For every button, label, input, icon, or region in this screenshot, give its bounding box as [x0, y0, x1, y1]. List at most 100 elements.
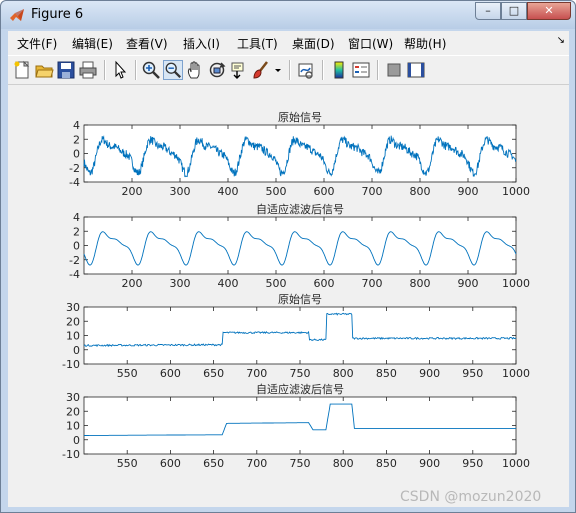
axes-3: 原始信号 550 600 650 700 750 800 850 900 950 1000 -1001…	[62, 292, 530, 380]
menu-view[interactable]: 查看(V)	[126, 35, 168, 52]
figure-canvas[interactable]: 原始信号 200 300 400 500 600 700 800 900 1000 -4 -2 0 2 4 自…	[8, 85, 569, 507]
x-tick-label: 600	[160, 457, 181, 470]
figure-window: Figure 6 – □ ✕ 文件(F) 编辑(E) 查看(V) 插入(I) 工…	[0, 0, 576, 513]
x-tick-label: 700	[362, 185, 383, 198]
x-tick-label: 750	[290, 457, 311, 470]
x-tick-label: 550	[117, 457, 138, 470]
x-tick-label: 1000	[502, 185, 530, 198]
matlab-icon	[10, 9, 24, 21]
pointer-icon[interactable]	[110, 60, 130, 80]
y-tick-label: 0	[73, 148, 80, 161]
x-tick-label: 650	[203, 367, 224, 380]
x-tick-label: 850	[376, 457, 397, 470]
x-tick-label: 800	[410, 277, 431, 290]
brush-dropdown-icon[interactable]	[273, 60, 283, 80]
plot-area	[83, 396, 517, 455]
print-icon[interactable]	[78, 60, 98, 80]
plot-area	[83, 124, 517, 183]
new-figure-icon[interactable]	[12, 60, 32, 80]
menu-window[interactable]: 窗口(W)	[348, 35, 393, 52]
x-tick-label: 800	[333, 457, 354, 470]
x-tick-label: 650	[203, 457, 224, 470]
title-bar[interactable]: Figure 6 – □ ✕	[1, 1, 575, 29]
y-tick-label: 30	[66, 301, 80, 314]
y-tick-label: 10	[66, 330, 80, 343]
x-tick-label: 800	[333, 367, 354, 380]
rotate-3d-icon[interactable]	[207, 60, 227, 80]
y-tick-label: 10	[66, 420, 80, 433]
y-tick-label: 2	[73, 225, 80, 238]
axes-4: 自适应滤波后信号 550 600 650 700 750 800 850 900 950 1000 -…	[62, 382, 530, 470]
y-tick-label: 0	[73, 240, 80, 253]
watermark-text: CSDN @mozun2020	[400, 489, 542, 505]
y-tick-label: -2	[69, 254, 80, 267]
x-tick-label: 1000	[502, 367, 530, 380]
x-tick-label: 900	[419, 367, 440, 380]
y-tick-label: 30	[66, 391, 80, 404]
menu-overflow-icon[interactable]: ↘	[557, 35, 565, 46]
axes-title: 自适应滤波后信号	[256, 202, 344, 216]
close-button[interactable]: ✕	[527, 2, 571, 20]
x-tick-label: 850	[376, 367, 397, 380]
x-tick-label: 300	[170, 277, 191, 290]
y-tick-label: 4	[73, 211, 80, 224]
x-tick-label: 550	[117, 367, 138, 380]
menu-bar: 文件(F) 编辑(E) 查看(V) 插入(I) 工具(T) 桌面(D) 窗口(W…	[8, 31, 569, 53]
menu-help[interactable]: 帮助(H)	[404, 35, 446, 52]
y-tick-label: 20	[66, 405, 80, 418]
y-tick-label: 0	[73, 434, 80, 447]
x-tick-label: 900	[419, 457, 440, 470]
pan-icon[interactable]	[185, 60, 205, 80]
toolbar	[8, 55, 569, 85]
x-tick-label: 200	[122, 277, 143, 290]
x-tick-label: 400	[218, 185, 239, 198]
y-tick-label: 2	[73, 133, 80, 146]
axes-title: 自适应滤波后信号	[256, 382, 344, 396]
x-tick-label: 700	[362, 277, 383, 290]
zoom-out-icon[interactable]	[163, 60, 183, 80]
x-tick-label: 950	[462, 367, 483, 380]
axes-1: 原始信号 200 300 400 500 600 700 800 900 1000 -4-20 24	[69, 110, 530, 198]
menu-insert[interactable]: 插入(I)	[183, 35, 220, 52]
x-tick-label: 800	[410, 185, 431, 198]
link-plot-icon[interactable]	[296, 60, 316, 80]
menu-file[interactable]: 文件(F)	[17, 35, 57, 52]
plots-svg: 原始信号200 300 400 500 600 700 800 900 1000-4-2024自…	[62, 110, 530, 470]
open-file-icon[interactable]	[34, 60, 54, 80]
minimize-button[interactable]: –	[475, 2, 501, 20]
menu-edit[interactable]: 编辑(E)	[72, 35, 113, 52]
y-tick-label: -10	[62, 448, 80, 461]
y-tick-label: -10	[62, 358, 80, 371]
hide-plot-tools-icon[interactable]	[384, 60, 404, 80]
menu-tools[interactable]: 工具(T)	[237, 35, 278, 52]
x-tick-label: 700	[246, 457, 267, 470]
x-tick-label: 900	[458, 277, 479, 290]
window-title: Figure 6	[31, 7, 84, 22]
axes-2: 自适应滤波后信号 200 300 400 500 600 700 800 900 1000 -4-2…	[69, 202, 530, 290]
x-tick-label: 600	[314, 185, 335, 198]
plot-area	[83, 306, 517, 365]
save-icon[interactable]	[56, 60, 76, 80]
x-tick-label: 750	[290, 367, 311, 380]
x-tick-label: 400	[218, 277, 239, 290]
brush-icon[interactable]	[251, 60, 271, 80]
x-tick-label: 1000	[502, 457, 530, 470]
show-plot-tools-icon[interactable]	[406, 60, 426, 80]
menu-desktop[interactable]: 桌面(D)	[292, 35, 335, 52]
x-tick-label: 950	[462, 457, 483, 470]
maximize-button[interactable]: □	[501, 2, 527, 20]
zoom-in-icon[interactable]	[141, 60, 161, 80]
x-tick-label: 200	[122, 185, 143, 198]
x-tick-label: 300	[170, 185, 191, 198]
colorbar-icon[interactable]	[329, 60, 349, 80]
axes-title: 原始信号	[278, 292, 322, 306]
x-tick-label: 1000	[502, 277, 530, 290]
axes-title: 原始信号	[278, 110, 322, 124]
legend-icon[interactable]	[351, 60, 371, 80]
y-tick-label: -2	[69, 162, 80, 175]
x-tick-label: 900	[458, 185, 479, 198]
y-tick-label: -4	[69, 268, 80, 281]
y-tick-label: 20	[66, 315, 80, 328]
x-tick-label: 500	[266, 185, 287, 198]
data-cursor-icon[interactable]	[229, 60, 249, 80]
